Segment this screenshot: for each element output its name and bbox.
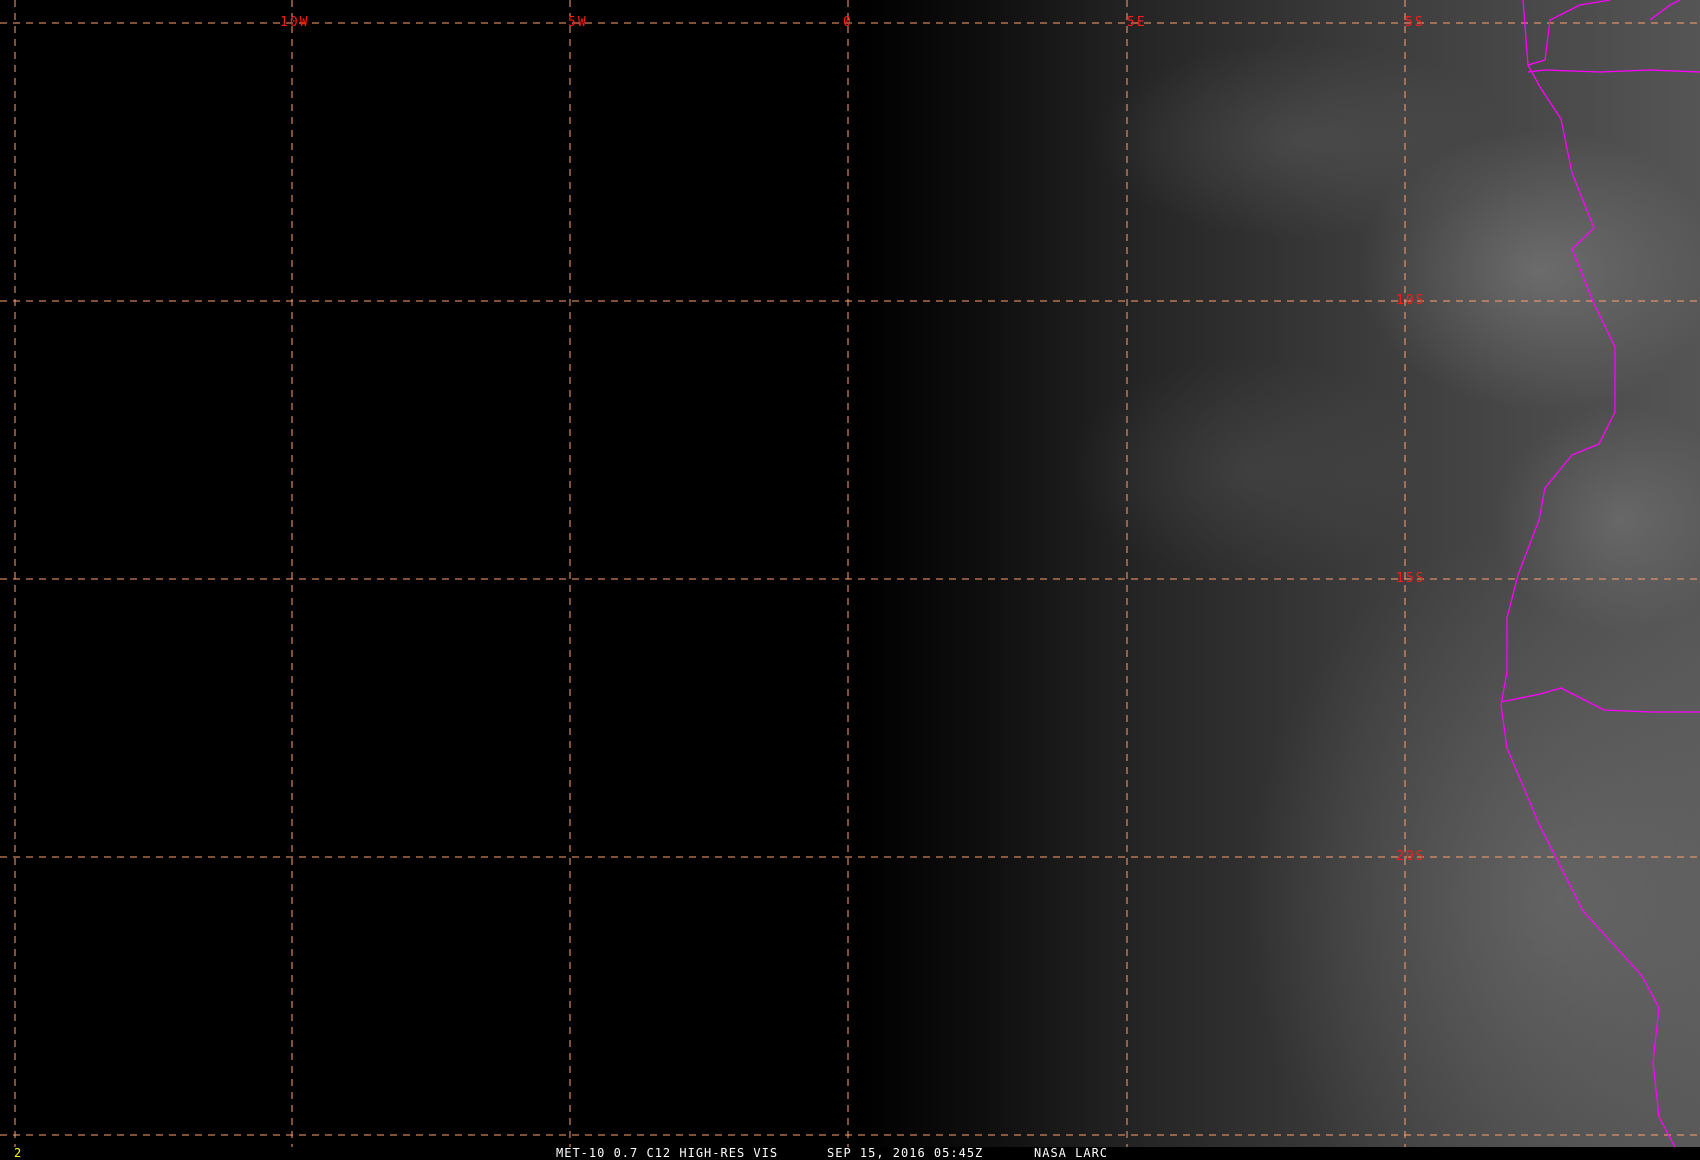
country-border — [1500, 687, 1700, 713]
lat-label-5s: 5S — [1405, 15, 1425, 30]
lon-label-5w: 5W — [568, 15, 588, 30]
product-name: MET-10 0.7 C12 HIGH-RES VIS — [556, 1146, 779, 1160]
country-border — [1527, 69, 1700, 73]
lat-label-20s: 20S — [1396, 849, 1426, 864]
lon-label-0: 0 — [843, 15, 853, 30]
lat-label-15s: 15S — [1396, 571, 1426, 586]
country-border — [1649, 0, 1681, 21]
coastline-west-africa — [1500, 0, 1676, 1148]
image-datetime: SEP 15, 2016 05:45Z — [827, 1146, 984, 1160]
country-border — [1527, 0, 1611, 66]
credit-label: NASA LARC — [1034, 1146, 1109, 1160]
frame-number: 2 — [14, 1146, 23, 1160]
lon-label-10w: 10W — [280, 15, 310, 30]
lat-lon-grid — [0, 0, 1700, 1147]
lon-label-5e: 5E — [1127, 15, 1147, 30]
coastline — [1500, 0, 1700, 1148]
lat-label-10s: 10S — [1396, 293, 1426, 308]
map-overlay — [0, 0, 1700, 1148]
